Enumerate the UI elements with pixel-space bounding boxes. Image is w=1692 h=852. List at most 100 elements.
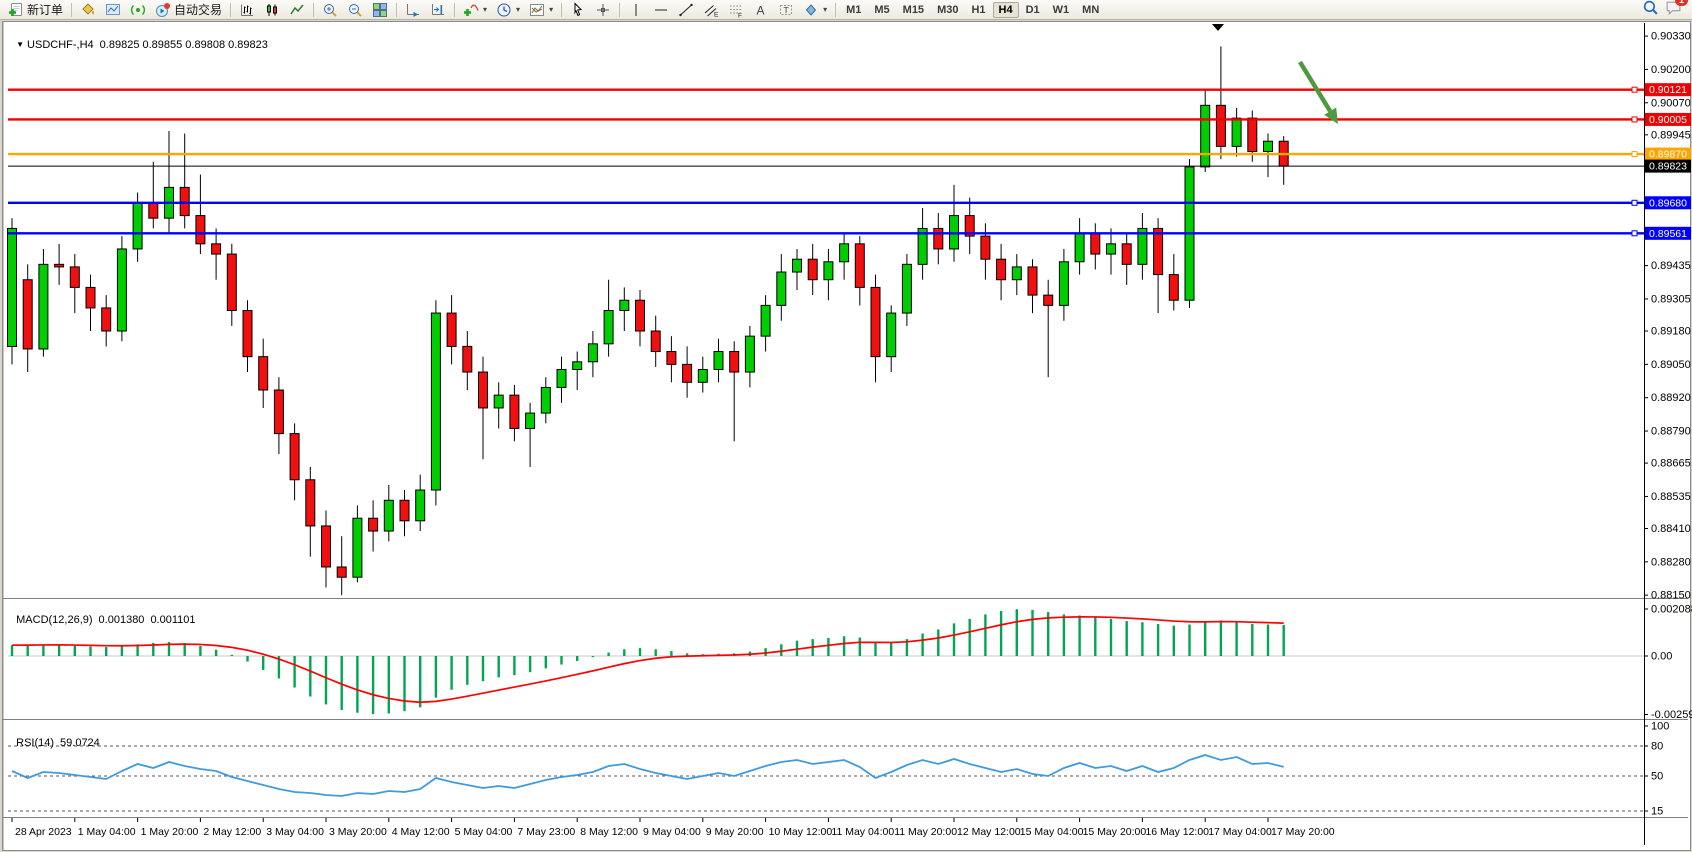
hline-support-0.89680[interactable] (8, 200, 1644, 205)
svg-text:11 May 20:00: 11 May 20:00 (894, 826, 957, 838)
dropdown-caret-icon: ▾ (516, 5, 520, 14)
rsi-value: 59.0724 (60, 737, 100, 749)
rsi-indicator-label: RSI(14)59.0724 (10, 725, 100, 749)
timeframe-h1-button[interactable]: H1 (965, 2, 991, 18)
timeframe-h4-button[interactable]: H4 (993, 2, 1019, 18)
trend-arrow-annotation[interactable] (1300, 62, 1338, 124)
svg-text:0.002088: 0.002088 (1651, 603, 1692, 615)
svg-text:0.89561: 0.89561 (1649, 228, 1687, 240)
object-anchor-marker[interactable] (1212, 24, 1224, 31)
zoom-in-button[interactable] (318, 0, 342, 20)
signals-button[interactable] (126, 0, 150, 20)
svg-text:0.88410: 0.88410 (1651, 523, 1691, 535)
timeframe-m30-button[interactable]: M30 (931, 2, 964, 18)
svg-text:1 May 04:00: 1 May 04:00 (78, 826, 136, 838)
crosshair-button[interactable] (591, 0, 615, 20)
svg-text:E: E (714, 11, 719, 18)
shapes-button[interactable]: ▾ (799, 0, 831, 20)
candlestick-series[interactable] (8, 46, 1289, 595)
svg-text:9 May 20:00: 9 May 20:00 (706, 826, 764, 838)
auto-scroll-button[interactable] (401, 0, 425, 20)
svg-text:T: T (784, 5, 789, 15)
indicators-button[interactable]: ▾ (459, 0, 491, 20)
svg-text:5 May 04:00: 5 May 04:00 (455, 826, 513, 838)
hline-pivot-0.89870[interactable] (8, 152, 1644, 157)
svg-text:F: F (738, 12, 742, 18)
vertical-line-button[interactable] (624, 0, 648, 20)
channel-icon: E (703, 2, 719, 18)
templates-button[interactable]: ▾ (525, 0, 557, 20)
text-button[interactable]: A (749, 0, 773, 20)
zoom-in-icon (322, 2, 338, 18)
hline-resistance-0.90121[interactable] (8, 87, 1644, 92)
search-icon[interactable] (1642, 0, 1659, 21)
new-order-button[interactable]: 新订单 (4, 0, 67, 20)
horizontal-line-button[interactable] (649, 0, 673, 20)
timeframe-m15-button[interactable]: M15 (897, 2, 930, 18)
macd-main-value: 0.001380 (99, 614, 145, 626)
price-badge-0.89870: 0.89870 (1645, 148, 1691, 161)
time-axis[interactable]: 28 Apr 20231 May 04:001 May 20:002 May 1… (12, 818, 1335, 838)
signal-icon (130, 2, 146, 18)
price-badge-0.90005: 0.90005 (1645, 113, 1691, 126)
chart-canvas[interactable]: 0.903300.902000.900700.899450.894350.893… (0, 0, 1692, 852)
autotrading-button[interactable]: 自动交易 (151, 0, 226, 20)
svg-text:28 Apr 2023: 28 Apr 2023 (15, 826, 72, 838)
hline-resistance-0.90005[interactable] (8, 117, 1644, 122)
zoom-out-icon (347, 2, 363, 18)
trendline-button[interactable] (674, 0, 698, 20)
fibonacci-button[interactable]: F (724, 0, 748, 20)
text-label-button[interactable]: T (774, 0, 798, 20)
svg-text:10 May 12:00: 10 May 12:00 (769, 826, 833, 838)
styles-button[interactable] (76, 0, 100, 20)
macd-name: MACD(12,26,9) (16, 614, 92, 626)
cursor-arrow-icon (570, 2, 586, 18)
svg-text:0.89680: 0.89680 (1649, 197, 1687, 209)
line-chart-button[interactable] (285, 0, 309, 20)
svg-text:15 May 04:00: 15 May 04:00 (1020, 826, 1084, 838)
text-a-icon: A (753, 2, 769, 18)
separator (835, 3, 836, 17)
zoom-out-button[interactable] (343, 0, 367, 20)
svg-text:2 May 12:00: 2 May 12:00 (203, 826, 261, 838)
svg-text:16 May 12:00: 16 May 12:00 (1145, 826, 1209, 838)
price-badge-0.89680: 0.89680 (1645, 196, 1691, 209)
periods-button[interactable]: ▾ (492, 0, 524, 20)
svg-text:0.88150: 0.88150 (1651, 590, 1691, 602)
svg-text:17 May 04:00: 17 May 04:00 (1208, 826, 1272, 838)
timeframe-m1-button[interactable]: M1 (840, 2, 867, 18)
svg-text:0.89050: 0.89050 (1651, 359, 1691, 371)
shapes-icon (803, 2, 819, 18)
svg-text:3 May 20:00: 3 May 20:00 (329, 826, 387, 838)
separator (561, 3, 562, 17)
hline-support-0.89561[interactable] (8, 231, 1644, 236)
notification-badge: 1 (1675, 0, 1688, 6)
profiles-button[interactable] (101, 0, 125, 20)
svg-text:0.90070: 0.90070 (1651, 97, 1691, 109)
svg-text:100: 100 (1651, 721, 1669, 733)
timeframe-w1-button[interactable]: W1 (1047, 2, 1076, 18)
candlestick-chart-button[interactable] (260, 0, 284, 20)
svg-text:0.89945: 0.89945 (1651, 129, 1691, 141)
chart-shift-button[interactable] (426, 0, 450, 20)
svg-text:80: 80 (1651, 741, 1663, 753)
text-label-icon: T (778, 2, 794, 18)
svg-text:11 May 04:00: 11 May 04:00 (831, 826, 894, 838)
pane-frame (3, 23, 1688, 845)
cursor-button[interactable] (566, 0, 590, 20)
dropdown-caret-icon: ▾ (823, 5, 827, 14)
notifications-button[interactable]: 1 (1665, 0, 1682, 21)
svg-text:0.90121: 0.90121 (1649, 84, 1687, 96)
svg-text:0.88790: 0.88790 (1651, 426, 1691, 438)
svg-text:12 May 12:00: 12 May 12:00 (957, 826, 1021, 838)
vertical-line-icon (628, 2, 644, 18)
svg-text:7 May 23:00: 7 May 23:00 (517, 826, 575, 838)
timeframe-m5-button[interactable]: M5 (868, 2, 895, 18)
equidistant-channel-button[interactable]: E (699, 0, 723, 20)
timeframe-d1-button[interactable]: D1 (1020, 2, 1046, 18)
tile-windows-button[interactable] (368, 0, 392, 20)
chart-dropdown-icon[interactable]: ▼ (16, 40, 24, 49)
bar-chart-button[interactable] (235, 0, 259, 20)
price-badge-0.90121: 0.90121 (1645, 83, 1691, 96)
timeframe-mn-button[interactable]: MN (1076, 2, 1105, 18)
